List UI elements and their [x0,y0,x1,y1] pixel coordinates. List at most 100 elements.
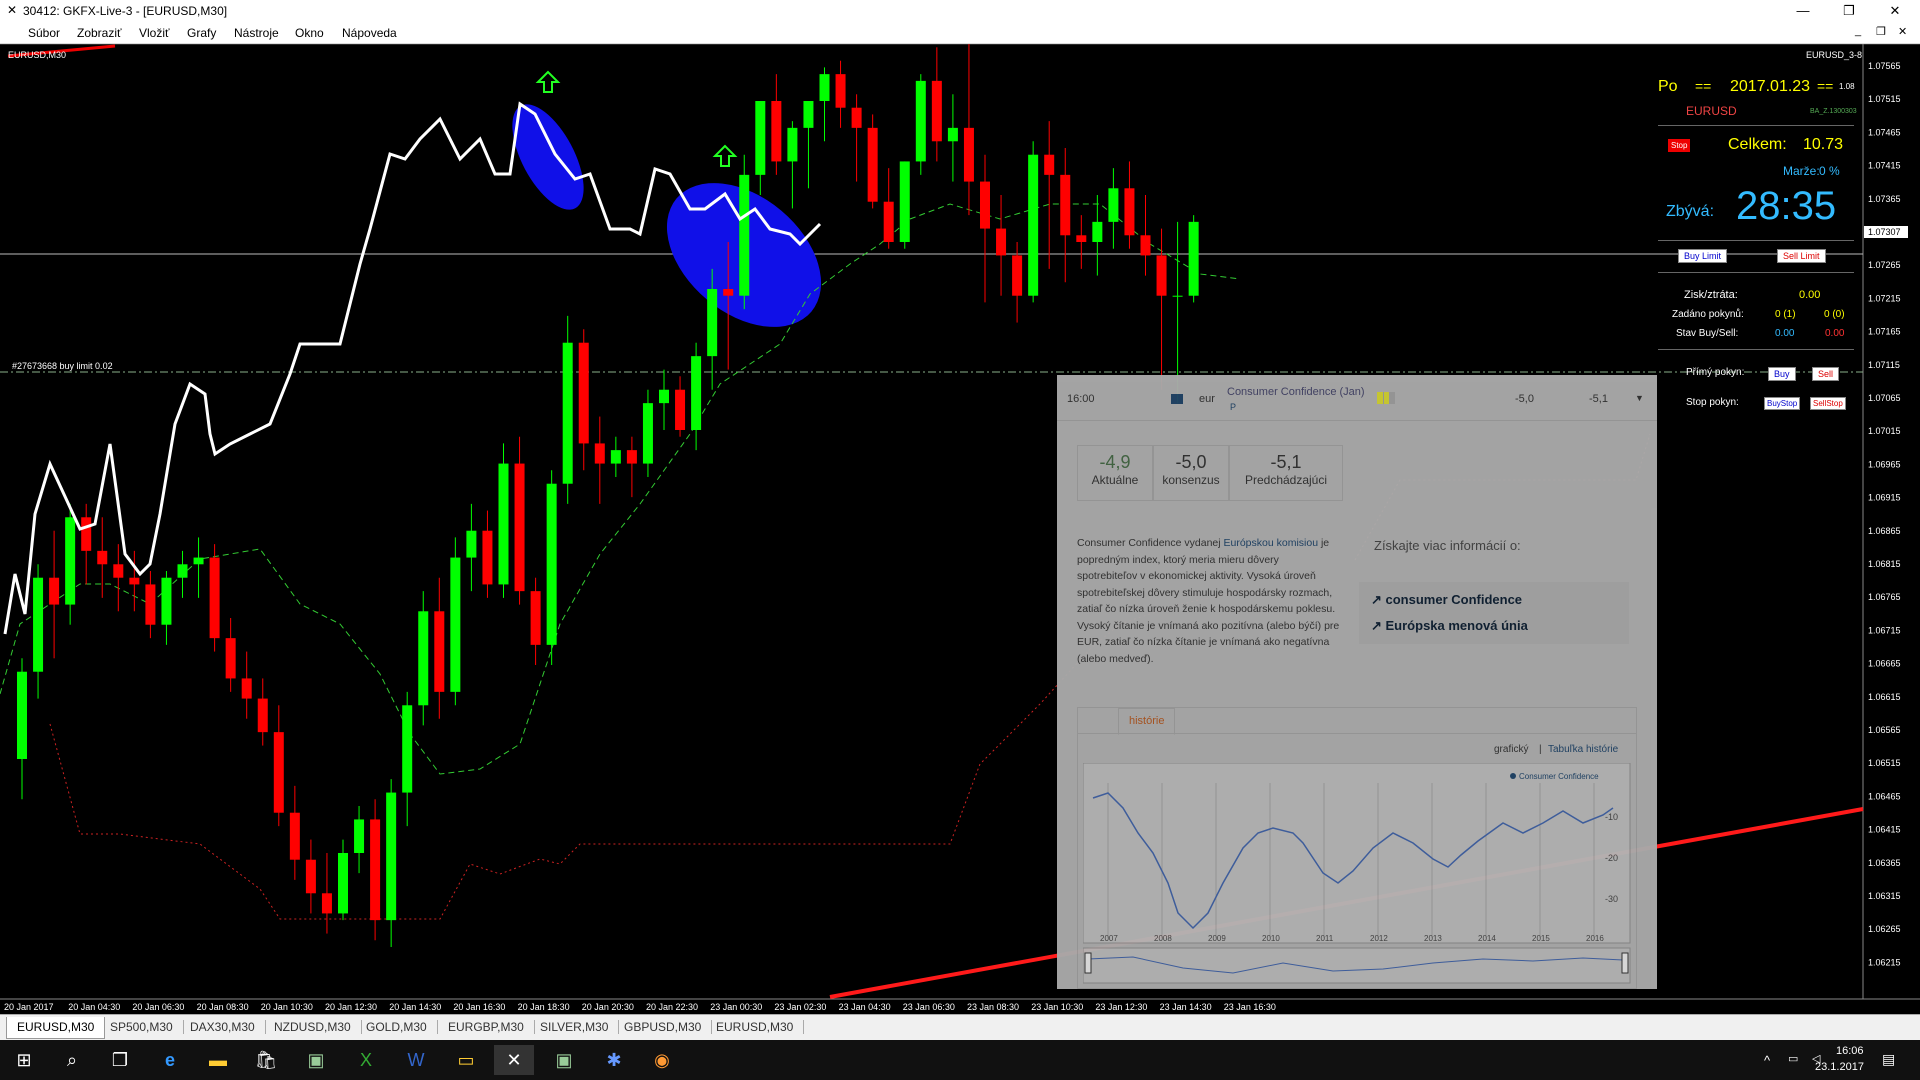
close-button[interactable]: ✕ [1872,0,1918,22]
task-view-icon[interactable]: ❐ [100,1045,140,1075]
marza-label: Marže: [1783,164,1820,178]
excel-icon[interactable]: X [346,1045,386,1075]
history-chart[interactable]: 2007200720082008200920092010201020112011… [1083,763,1631,988]
link-eurozone[interactable]: ↗ Európska menová únia [1371,618,1528,634]
sell-limit-button[interactable]: Sell Limit [1777,249,1826,263]
menu-subor[interactable]: Súbor [28,26,60,40]
chrome-icon[interactable]: ◉ [642,1045,682,1075]
candle-body [193,557,204,565]
ec-link[interactable]: Európskou komisiou [1224,537,1319,549]
tab-eurgbp-m30[interactable]: EURGBP,M30 [438,1020,535,1034]
folder-icon[interactable]: ▭ [446,1045,486,1075]
menu-zobrazit[interactable]: Zobraziť [77,26,122,40]
search-icon[interactable]: ⌕ [52,1045,92,1075]
windows-start-icon[interactable]: ⊞ [4,1045,44,1075]
price-tick-label: 1.07415 [1868,161,1901,171]
price-tick-label: 1.07515 [1868,94,1901,104]
time-tick-label: 20 Jan 10:30 [261,1002,313,1012]
view-graph-link[interactable]: grafický [1494,744,1528,755]
time-tick-label: 20 Jan 22:30 [646,1002,698,1012]
tab-silver-m30[interactable]: SILVER,M30 [530,1020,620,1034]
event-name[interactable]: Consumer Confidence (Jan) [1227,386,1365,398]
actual-label: Aktuálne [1091,473,1139,487]
candle-body [113,564,124,578]
event-time: 16:00 [1067,393,1095,405]
candle-body [1092,221,1103,242]
candle-body [1028,154,1039,296]
maximize-button[interactable]: ❐ [1826,0,1872,22]
clock-date[interactable]: 23.1.2017 [1815,1061,1864,1073]
tab-nzdusd-m30[interactable]: NZDUSD,M30 [264,1020,362,1034]
sell-button[interactable]: Sell [1812,367,1840,381]
word-icon[interactable]: W [396,1045,436,1075]
link-consumer-confidence[interactable]: ↗ consumer Confidence [1371,592,1522,608]
app-icon-1[interactable]: ▣ [296,1045,336,1075]
time-tick-label: 23 Jan 06:30 [903,1002,955,1012]
price-tick-label: 1.06565 [1868,725,1901,735]
history-year-label: 2007 [1100,934,1118,943]
sellstop-button[interactable]: SellStop [1810,397,1846,410]
mt4-icon[interactable]: ✕ [494,1045,534,1075]
candle-body [883,201,894,242]
candle-body [562,342,573,484]
history-navigator [1083,947,1631,984]
explorer-icon[interactable]: ▬ [198,1045,238,1075]
tab-eurusd-m30-2[interactable]: EURUSD,M30 [706,1020,805,1034]
candle-body [1076,235,1087,242]
history-year-label: 2014 [1478,934,1496,943]
candle-body [1172,295,1183,297]
child-minimize-button[interactable]: _ [1855,25,1861,37]
buy-button[interactable]: Buy [1768,367,1796,381]
price-tick-label: 1.06615 [1868,692,1901,702]
edge-icon[interactable]: e [150,1045,190,1075]
price-tick-label: 1.07265 [1868,260,1901,270]
store-icon[interactable]: 🛍 [246,1045,286,1075]
notifications-icon[interactable]: ▤ [1882,1051,1895,1068]
menu-grafy[interactable]: Grafy [187,26,216,40]
tab-dax30-m30[interactable]: DAX30,M30 [180,1020,266,1034]
candle-body [819,74,830,101]
tab-gold-m30[interactable]: GOLD,M30 [356,1020,438,1034]
news-event-row[interactable]: 16:00 eur Consumer Confidence (Jan) P -5… [1057,375,1657,421]
primy-label: Přímý pokyn: [1686,367,1745,378]
tab-sp500-m30[interactable]: SP500,M30 [100,1020,184,1034]
price-tick-label: 1.06665 [1868,659,1901,669]
menu-nastroje[interactable]: Nástroje [234,26,279,40]
candle-body [498,463,509,585]
tab-eurusd-m30[interactable]: EURUSD,M30 [6,1017,106,1039]
network-icon[interactable]: ▭ [1788,1052,1798,1065]
view-table-link[interactable]: Tabuľka histórie [1548,744,1618,755]
window-title: 30412: GKFX-Live-3 - [EURUSD,M30] [23,4,228,18]
zisk-value: 0.00 [1799,289,1821,301]
candle-body [33,577,44,672]
expand-chevron-icon[interactable]: ▼ [1635,393,1644,403]
previous-label: Predchádzajúci [1244,473,1328,487]
child-restore-button[interactable]: ❐ [1876,25,1886,38]
tab-history[interactable]: histórie [1118,708,1176,735]
menu-okno[interactable]: Okno [295,26,324,40]
buy-limit-button[interactable]: Buy Limit [1678,249,1728,263]
price-tick-label: 1.07365 [1868,194,1901,204]
clock-time[interactable]: 16:06 [1836,1045,1864,1057]
candle-body [257,698,268,733]
stop-button[interactable]: Stop [1668,139,1691,152]
celkem-label: Celkem: [1728,136,1787,153]
importance-icon [1377,392,1395,404]
candle-body [867,127,878,202]
app-icon-2[interactable]: ▣ [544,1045,584,1075]
app-icon-3[interactable]: ✱ [594,1045,634,1075]
child-close-button[interactable]: ✕ [1898,25,1907,38]
history-year-label: 2015 [1532,934,1550,943]
candle-body [787,127,798,162]
tray-chevron-icon[interactable]: ^ [1764,1053,1770,1068]
candle-body [755,101,766,175]
menu-napoveda[interactable]: Nápoveda [342,26,397,40]
menu-vlozit[interactable]: Vložiť [139,26,170,40]
event-forecast: -5,0 [1515,393,1534,405]
buystop-button[interactable]: BuyStop [1764,397,1801,410]
tab-gbpusd-m30[interactable]: GBPUSD,M30 [614,1020,713,1034]
minimize-button[interactable]: — [1780,0,1826,22]
candle-body [771,101,782,162]
candle-body [161,577,172,625]
chart-tabs: EURUSD,M30 SP500,M30 DAX30,M30 NZDUSD,M3… [0,1014,1920,1040]
